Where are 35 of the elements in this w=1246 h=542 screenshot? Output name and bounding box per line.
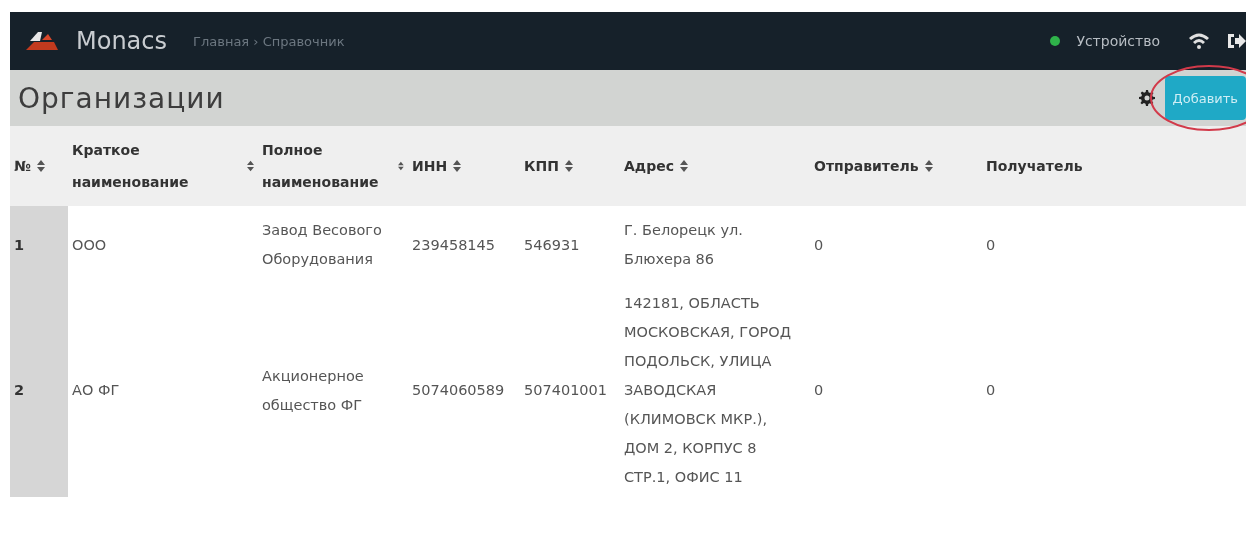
table-cell: Акционерное общество ФГ <box>262 367 364 413</box>
brand-name[interactable]: Monacs <box>76 27 167 55</box>
sort-icon[interactable] <box>564 160 573 172</box>
table-cell: 142181, ОБЛАСТЬ МОСКОВСКАЯ, ГОРОД ПОДОЛЬСК, УЛИЦА ЗАВОДСКАЯ (КЛИМОВСК МКР.), ДОМ 2, КОРПУС 8 СТР.1, ОФИС 11 <box>624 295 792 485</box>
table-cell: 0 <box>986 382 996 398</box>
table-cell: 5074060589 <box>412 382 505 398</box>
sort-icon[interactable] <box>36 160 45 172</box>
sort-icon[interactable] <box>679 160 688 172</box>
table-cell: 239458145 <box>412 236 496 253</box>
table-cell: Завод Весового Оборудования <box>262 222 382 267</box>
table-cell: Г. Белорецк ул. Блюхера 86 <box>624 222 743 267</box>
table-cell: 0 <box>814 236 824 253</box>
wifi-icon[interactable] <box>1188 32 1210 50</box>
column-header[interactable]: ИНН <box>412 150 448 182</box>
table-cell: 0 <box>814 382 824 398</box>
device-label[interactable]: Устройство <box>1076 33 1160 49</box>
breadcrumb[interactable]: Главная › Справочник <box>193 33 345 49</box>
column-header[interactable]: Адрес <box>624 150 674 182</box>
table-cell: 0 <box>986 236 996 253</box>
table-cell: 507401001 <box>524 382 608 398</box>
column-header[interactable]: КПП <box>524 150 559 182</box>
settings-icon[interactable] <box>1138 90 1155 106</box>
table-cell: АО ФГ <box>72 382 120 398</box>
sort-icon[interactable] <box>398 160 404 172</box>
row-number: 1 <box>14 236 25 253</box>
table-cell: 546931 <box>524 236 580 253</box>
table-cell: ООО <box>72 236 107 253</box>
sort-icon[interactable] <box>246 160 254 172</box>
logout-icon[interactable] <box>1226 31 1246 51</box>
sort-icon[interactable] <box>924 160 933 172</box>
page-title: Организации <box>18 81 225 115</box>
sort-icon[interactable] <box>453 160 462 172</box>
column-header[interactable]: № <box>14 150 31 182</box>
row-number: 2 <box>14 382 25 398</box>
column-header[interactable]: Получатель <box>986 150 1083 182</box>
